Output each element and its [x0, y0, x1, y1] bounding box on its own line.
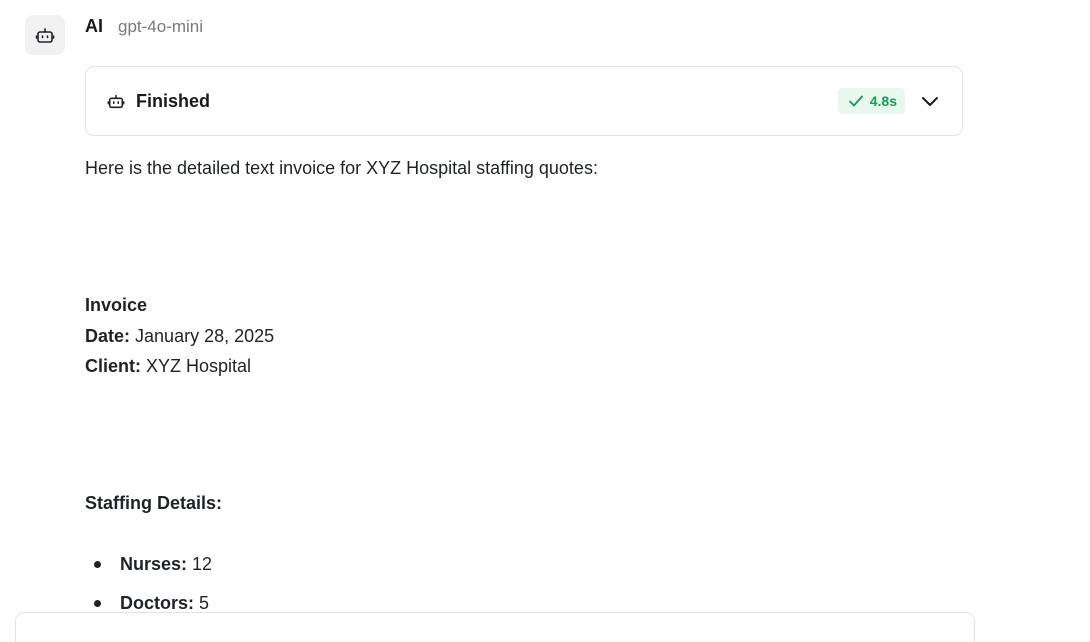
staff-count: 12	[192, 554, 213, 574]
date-label: Date:	[85, 326, 131, 346]
staff-count: 5	[199, 593, 210, 613]
intro-text: Here is the detailed text invoice for XY…	[85, 158, 598, 178]
expand-toggle-button[interactable]	[918, 89, 942, 113]
staffing-heading: Staffing Details:	[85, 493, 223, 513]
chevron-down-icon	[922, 97, 938, 106]
client-label: Client:	[85, 356, 141, 376]
date-value: January 28, 2025	[135, 326, 275, 346]
status-label: Finished	[136, 90, 211, 111]
chat-input-container[interactable]	[15, 612, 975, 642]
bullet	[94, 600, 101, 607]
staff-role-label: Nurses:	[120, 554, 188, 574]
client-value: XYZ Hospital	[146, 356, 252, 376]
ai-avatar	[25, 15, 65, 55]
invoice-date: Date: January 28, 2025	[85, 324, 274, 348]
check-icon	[848, 95, 863, 107]
invoice-client: Client: XYZ Hospital	[85, 354, 251, 378]
message-header: AI gpt-4o-mini	[85, 16, 203, 40]
staff-role-label: Doctors:	[120, 593, 195, 613]
duration-badge: 4.8s	[837, 88, 905, 114]
robot-icon	[106, 91, 126, 111]
agent-status-card[interactable]: Finished 4.8s	[85, 66, 963, 136]
robot-icon	[35, 28, 55, 43]
duration-text: 4.8s	[869, 93, 897, 109]
sender-name: AI	[85, 16, 103, 36]
model-name: gpt-4o-mini	[118, 17, 204, 36]
invoice-heading: Invoice	[85, 295, 148, 315]
bullet	[94, 561, 101, 568]
